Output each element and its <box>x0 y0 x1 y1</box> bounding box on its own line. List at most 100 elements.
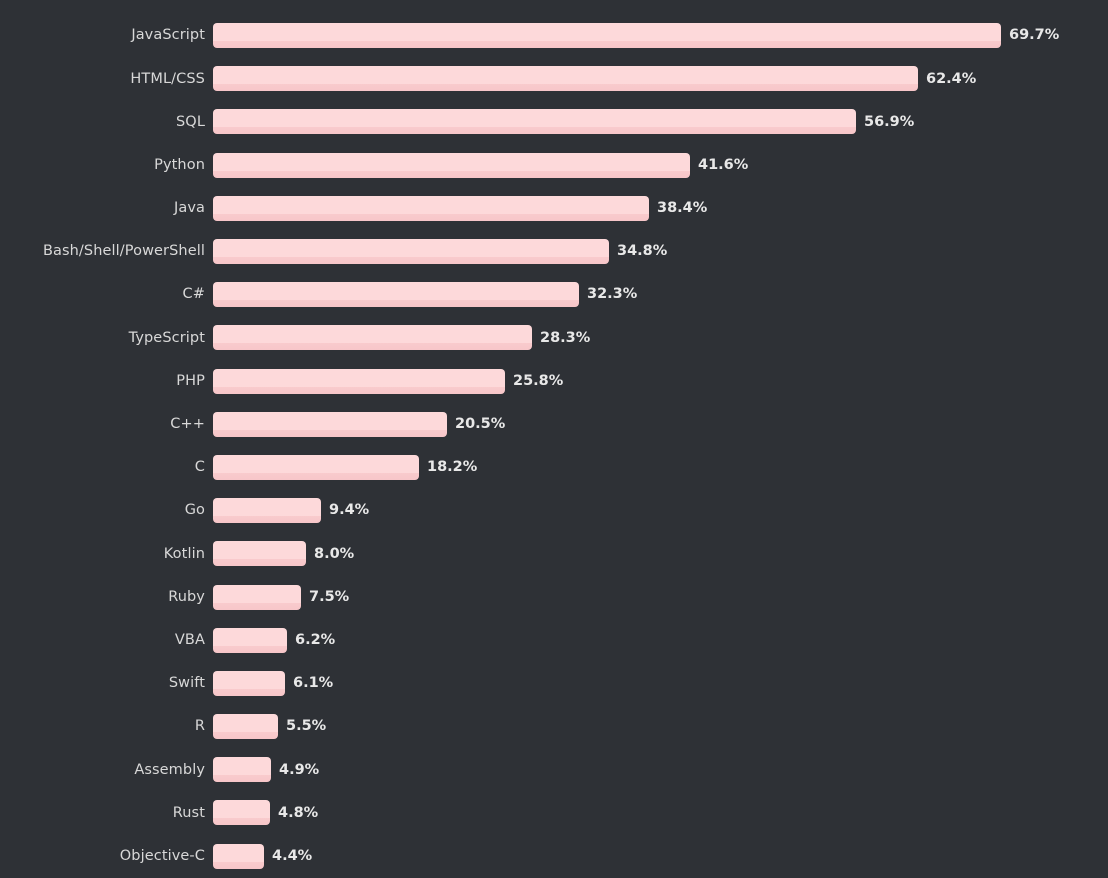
value-label: 7.5% <box>309 588 350 605</box>
bar-track: 62.4% <box>205 66 1108 92</box>
bar-row: JavaScript 69.7% <box>0 14 1108 57</box>
bar-row: Ruby 7.5% <box>0 575 1108 618</box>
bar-row: TypeScript 28.3% <box>0 316 1108 359</box>
bar-track: 56.9% <box>205 109 1108 135</box>
bar-row: Kotlin 8.0% <box>0 532 1108 575</box>
value-label: 34.8% <box>617 243 668 260</box>
category-label: C <box>194 459 205 476</box>
value-label: 4.8% <box>278 804 319 821</box>
bar-row: R 5.5% <box>0 705 1108 748</box>
bar <box>213 498 321 524</box>
category-label: Rust <box>172 804 205 821</box>
category-label: R <box>194 718 205 735</box>
category-label: C++ <box>170 416 205 433</box>
bar-track: 4.8% <box>205 800 1108 826</box>
bar <box>213 584 301 610</box>
category-label: JavaScript <box>131 27 205 44</box>
category-label: Objective-C <box>119 847 205 864</box>
bar-row: SQL 56.9% <box>0 100 1108 143</box>
value-label: 62.4% <box>926 70 977 87</box>
bar-track: 18.2% <box>205 454 1108 480</box>
bar-row: PHP 25.8% <box>0 360 1108 403</box>
bar <box>213 454 419 480</box>
bar-track: 41.6% <box>205 152 1108 178</box>
value-label: 6.1% <box>293 675 334 692</box>
value-label: 69.7% <box>1009 27 1060 44</box>
bar <box>213 670 285 696</box>
value-label: 5.5% <box>286 718 327 735</box>
bar <box>213 757 271 783</box>
category-label: SQL <box>176 113 205 130</box>
bar-track: 4.4% <box>205 843 1108 869</box>
bar-row: Swift 6.1% <box>0 662 1108 705</box>
value-label: 25.8% <box>513 372 564 389</box>
value-label: 32.3% <box>587 286 638 303</box>
bar <box>213 541 306 567</box>
bar <box>213 195 649 221</box>
bar-row: Java 38.4% <box>0 187 1108 230</box>
bar <box>213 714 278 740</box>
bar-row: VBA 6.2% <box>0 619 1108 662</box>
bar-track: 5.5% <box>205 714 1108 740</box>
category-label: VBA <box>174 631 205 648</box>
bar-track: 28.3% <box>205 325 1108 351</box>
bar <box>213 411 447 437</box>
bar-track: 4.9% <box>205 757 1108 783</box>
bar <box>213 800 270 826</box>
bar <box>213 325 532 351</box>
bar-track: 6.1% <box>205 670 1108 696</box>
bar-track: 6.2% <box>205 627 1108 653</box>
bar <box>213 152 690 178</box>
bar-rows-container: JavaScript 69.7% HTML/CSS 62.4% SQL 56.9% Pyth… <box>0 14 1108 878</box>
bar-row: Go 9.4% <box>0 489 1108 532</box>
value-label: 38.4% <box>657 200 708 217</box>
category-label: Ruby <box>168 588 205 605</box>
category-label: Python <box>154 156 205 173</box>
bar-track: 7.5% <box>205 584 1108 610</box>
value-label: 9.4% <box>329 502 370 519</box>
category-label: Kotlin <box>163 545 205 562</box>
category-label: HTML/CSS <box>130 70 205 87</box>
category-label: C# <box>182 286 205 303</box>
value-label: 6.2% <box>295 631 336 648</box>
category-label: PHP <box>176 372 205 389</box>
category-label: Assembly <box>134 761 205 778</box>
bar <box>213 109 856 135</box>
bar-track: 32.3% <box>205 282 1108 308</box>
value-label: 4.9% <box>279 761 320 778</box>
bar-track: 8.0% <box>205 541 1108 567</box>
bar <box>213 66 918 92</box>
bar-row: C# 32.3% <box>0 273 1108 316</box>
bar <box>213 239 609 265</box>
value-label: 4.4% <box>272 847 313 864</box>
horizontal-bar-chart: JavaScript 69.7% HTML/CSS 62.4% SQL 56.9% Pyth… <box>0 0 1108 869</box>
bar-row: C++ 20.5% <box>0 403 1108 446</box>
bar <box>213 627 287 653</box>
bar-row: Bash/Shell/PowerShell 34.8% <box>0 230 1108 273</box>
value-label: 20.5% <box>455 416 506 433</box>
bar-row: C 18.2% <box>0 446 1108 489</box>
bar <box>213 23 1001 49</box>
bar-track: 38.4% <box>205 195 1108 221</box>
category-label: Swift <box>168 675 205 692</box>
bar-track: 20.5% <box>205 411 1108 437</box>
bar-row: HTML/CSS 62.4% <box>0 57 1108 100</box>
category-label: Go <box>184 502 205 519</box>
bar-row: Objective-C 4.4% <box>0 835 1108 878</box>
bar <box>213 368 505 394</box>
bar-track: 25.8% <box>205 368 1108 394</box>
category-label: Bash/Shell/PowerShell <box>42 243 205 260</box>
bar <box>213 282 579 308</box>
value-label: 56.9% <box>864 113 915 130</box>
value-label: 41.6% <box>698 156 749 173</box>
bar-track: 9.4% <box>205 498 1108 524</box>
bar-row: Rust 4.8% <box>0 791 1108 834</box>
category-label: TypeScript <box>128 329 205 346</box>
category-label: Java <box>173 200 205 217</box>
bar <box>213 843 264 869</box>
value-label: 28.3% <box>540 329 591 346</box>
bar-row: Python 41.6% <box>0 144 1108 187</box>
value-label: 8.0% <box>314 545 355 562</box>
bar-track: 69.7% <box>205 23 1108 49</box>
bar-track: 34.8% <box>205 239 1108 265</box>
